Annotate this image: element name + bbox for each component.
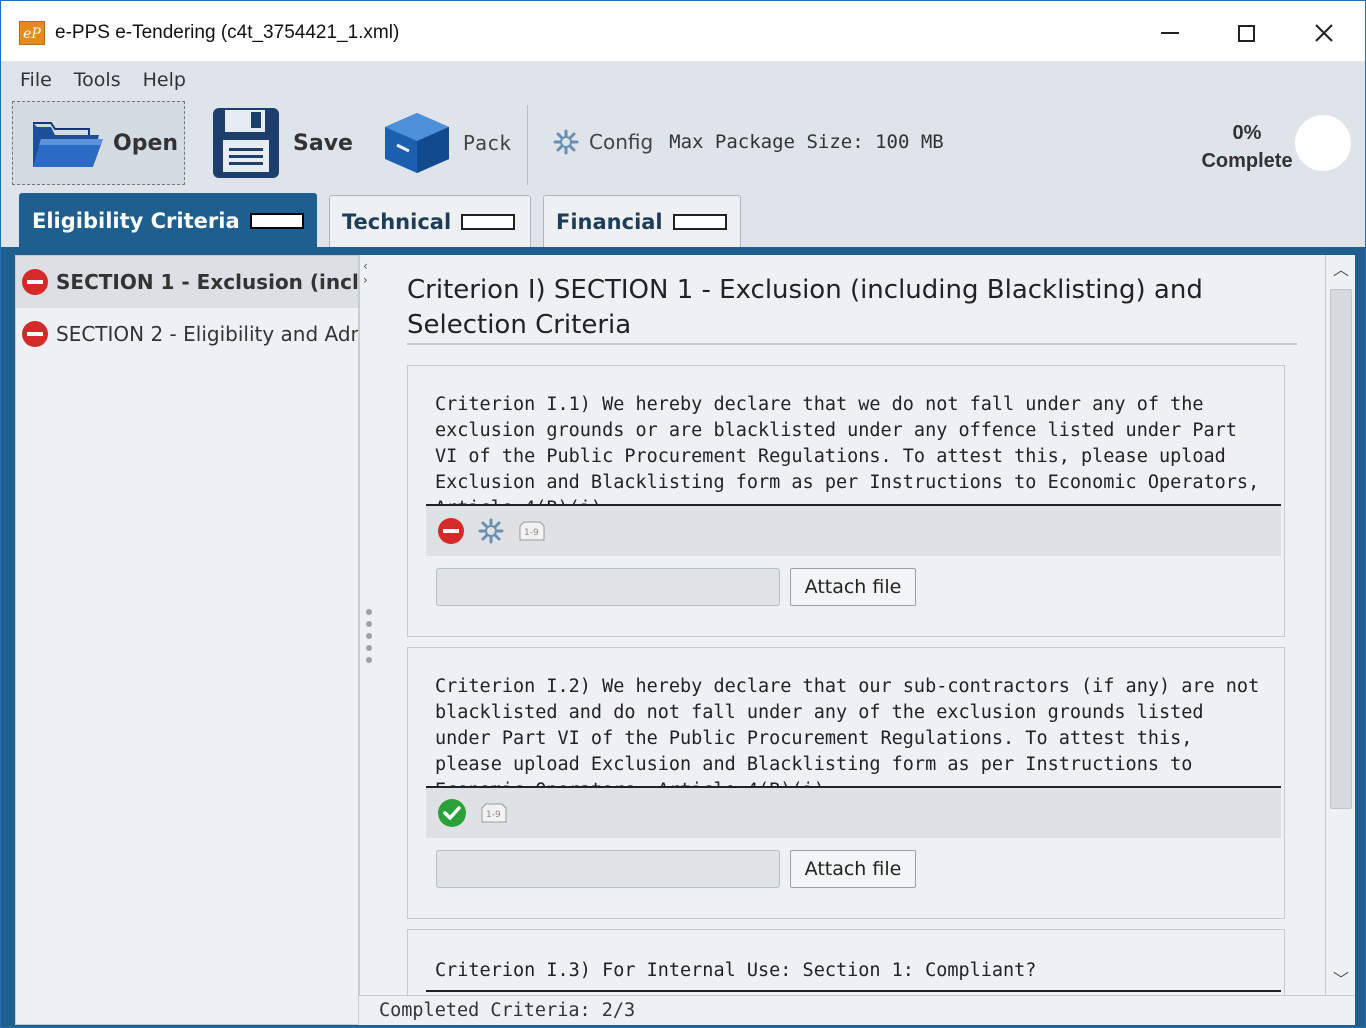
main-frame: SECTION 1 - Exclusion (including Blackli… (1, 247, 1365, 1027)
checkmark-icon (438, 799, 466, 827)
completed-criteria-text: Completed Criteria: 2/3 (379, 1000, 636, 1021)
criterion-card: Criterion I.3) For Internal Use: Section… (407, 929, 1285, 995)
scrollbar-thumb[interactable] (1330, 289, 1352, 809)
menu-tools[interactable]: Tools (63, 67, 132, 93)
page-title: Criterion I) SECTION 1 - Exclusion (incl… (407, 275, 1203, 340)
criterion-text: Criterion I.2) We hereby declare that ou… (435, 676, 1260, 801)
save-icon (213, 108, 279, 178)
toolbar: Open Save Pack Config Max Package Size: … (1, 101, 1365, 191)
maximize-icon (1237, 24, 1255, 42)
gear-icon (553, 129, 579, 155)
status-bar: Completed Criteria: 2/3 (359, 995, 1355, 1025)
svg-text:1-9: 1-9 (524, 528, 539, 538)
toolbar-separator (527, 105, 528, 185)
title-bar: eP e-PPS e-Tendering (c4t_3754421_1.xml) (1, 1, 1365, 61)
menu-bar: File Tools Help (9, 67, 197, 93)
criterion-text: Criterion I.3) For Internal Use: Section… (435, 960, 1037, 981)
panel-splitter[interactable]: ‹ › (359, 255, 379, 1025)
progress-text: 0% Complete (1197, 119, 1297, 175)
tab-financial[interactable]: Financial (543, 195, 741, 247)
menu-file[interactable]: File (9, 67, 63, 93)
sidebar-item-section-1[interactable]: SECTION 1 - Exclusion (including Blackli… (16, 256, 358, 308)
tab-progress-bar (249, 212, 304, 229)
tab-eligibility-criteria[interactable]: Eligibility Criteria (19, 193, 317, 247)
pack-label: Pack (463, 131, 512, 155)
incomplete-status-icon (22, 321, 48, 347)
grip-dot (366, 609, 372, 615)
pack-button[interactable]: Pack (383, 101, 519, 185)
tab-progress-bar (461, 213, 516, 230)
file-path-field[interactable] (436, 568, 780, 606)
attach-file-button[interactable]: Attach file (790, 568, 916, 606)
grip-dot (366, 633, 372, 639)
scroll-down-arrow-icon[interactable]: ﹀ (1326, 965, 1356, 995)
minimize-button[interactable] (1147, 11, 1193, 55)
grip-dot (366, 621, 372, 627)
criteria-panel: Criterion I) SECTION 1 - Exclusion (incl… (379, 255, 1325, 995)
progress-circle (1295, 115, 1351, 171)
open-button[interactable]: Open (12, 101, 185, 185)
progress-percent: 0% (1232, 122, 1262, 144)
tab-label: Technical (342, 209, 452, 234)
scroll-up-arrow-icon[interactable]: ︿ (1326, 255, 1356, 285)
folder-open-icon (33, 122, 103, 167)
window-title: e-PPS e-Tendering (c4t_3754421_1.xml) (55, 22, 400, 43)
config-button[interactable]: Config Max Package Size: 100 MB (553, 129, 944, 155)
svg-text:1-9: 1-9 (486, 810, 501, 820)
heading-divider (407, 343, 1297, 345)
minimize-icon (1161, 32, 1179, 34)
criterion-divider (426, 990, 1281, 992)
tab-progress-bar (672, 213, 727, 230)
close-button[interactable] (1301, 11, 1347, 55)
tab-strip: Eligibility Criteria Technical Financial (1, 193, 1365, 247)
sidebar-item-label: SECTION 2 - Eligibility and Administrati… (56, 322, 358, 346)
app-logo-icon: eP (19, 21, 45, 45)
open-label: Open (113, 130, 179, 156)
tab-label: Financial (556, 209, 663, 234)
vertical-scrollbar[interactable]: ︿ ﹀ (1325, 255, 1355, 995)
criterion-card: Criterion I.2) We hereby declare that ou… (407, 647, 1285, 919)
sidebar-item-label: SECTION 1 - Exclusion (including Blackli… (56, 270, 358, 294)
save-button[interactable]: Save (209, 101, 359, 185)
app-chrome: File Tools Help Open Save Pack Config Ma… (1, 61, 1365, 247)
section-list: SECTION 1 - Exclusion (including Blackli… (15, 255, 359, 1025)
criterion-text: Criterion I.1) We hereby declare that we… (435, 394, 1260, 519)
incomplete-status-icon (438, 518, 464, 544)
close-icon (1315, 24, 1333, 42)
menu-help[interactable]: Help (132, 67, 197, 93)
maximize-button[interactable] (1223, 11, 1269, 55)
sidebar-item-section-2[interactable]: SECTION 2 - Eligibility and Administrati… (16, 308, 358, 360)
grip-dot (366, 657, 372, 663)
criterion-icon-bar: 1-9 (426, 788, 1281, 838)
incomplete-status-icon (22, 269, 48, 295)
max-package-size: Max Package Size: 100 MB (669, 131, 944, 153)
attach-file-button[interactable]: Attach file (790, 850, 916, 888)
app-window: eP e-PPS e-Tendering (c4t_3754421_1.xml)… (0, 0, 1366, 1028)
progress-label: Complete (1201, 150, 1293, 172)
file-path-field[interactable] (436, 850, 780, 888)
collapse-arrows-icon[interactable]: ‹ › (363, 259, 368, 287)
tab-label: Eligibility Criteria (32, 208, 240, 233)
config-label: Config (589, 130, 654, 154)
criterion-card: Criterion I.1) We hereby declare that we… (407, 365, 1285, 637)
tab-technical[interactable]: Technical (329, 195, 531, 247)
numbering-icon[interactable]: 1-9 (480, 801, 508, 825)
package-icon (385, 113, 449, 173)
save-label: Save (293, 130, 353, 156)
grip-dot (366, 645, 372, 651)
criterion-icon-bar: 1-9 (426, 506, 1281, 556)
gear-icon[interactable] (478, 518, 504, 544)
numbering-icon[interactable]: 1-9 (518, 519, 546, 543)
